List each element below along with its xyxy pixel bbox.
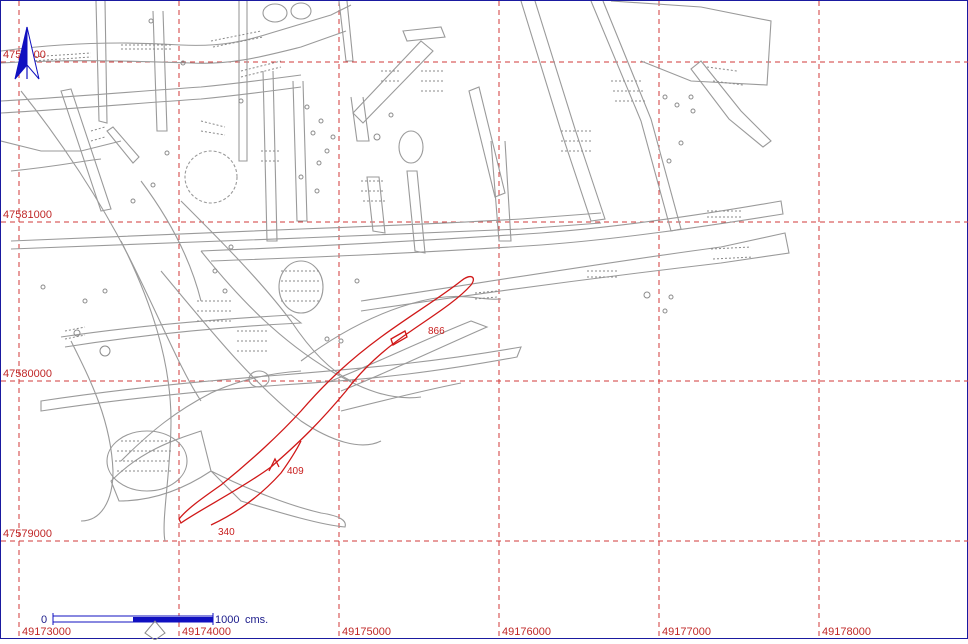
scale-bar: 0 1000 cms. [41,613,268,626]
easting-label: 49178000 [822,626,871,638]
northing-label: 47579000 [3,528,52,540]
easting-label: 49174000 [182,626,231,638]
route-label-340: 340 [218,527,235,538]
map-viewport[interactable]: 866 409 340 49173000 49174000 49175000 4… [0,0,968,641]
easting-label: 49175000 [342,626,391,638]
easting-label: 49177000 [662,626,711,638]
scale-end-label: 1000 [215,614,239,626]
hatched-workings [30,30,754,472]
scale-start-label: 0 [41,614,47,626]
mine-workings-outlines [0,0,790,542]
easting-label: 49176000 [502,626,551,638]
northing-label: 47581000 [3,209,52,221]
map-labels: 866 409 340 49173000 49174000 49175000 4… [3,49,871,638]
route-label-866: 866 [428,326,445,337]
scale-unit-label: cms. [245,614,268,626]
route-outline[interactable] [178,276,475,524]
coordinate-grid [1,1,968,640]
cursor-marker-icon [144,620,166,641]
northing-label: 47580000 [3,368,52,380]
route-label-409: 409 [287,466,304,477]
easting-label: 49173000 [22,626,71,638]
mine-plan-map[interactable]: 866 409 340 49173000 49174000 49175000 4… [0,0,968,641]
route-outline-inner[interactable] [210,330,408,526]
highlighted-route[interactable] [178,276,475,526]
